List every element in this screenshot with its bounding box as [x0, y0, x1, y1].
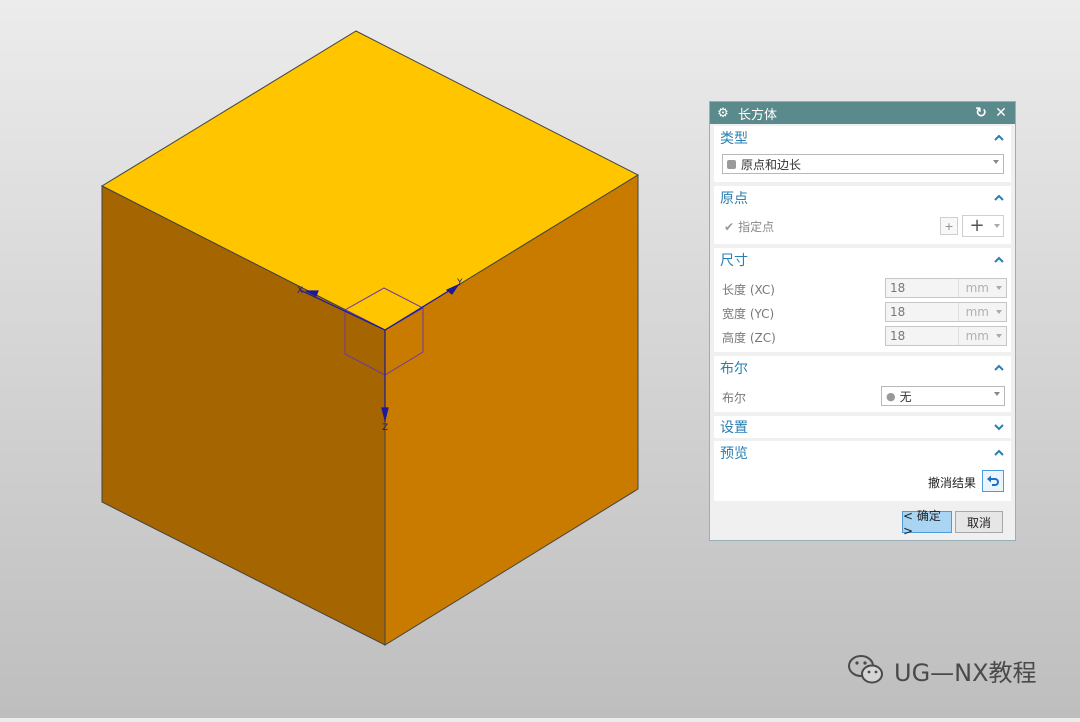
width-label: 宽度 (YC)	[722, 307, 775, 321]
undo-result-label: 撤消结果	[928, 476, 977, 490]
dimensions-section-header[interactable]: 尺寸	[714, 248, 1011, 272]
ok-button[interactable]: < 确定 >	[902, 509, 952, 538]
gear-icon[interactable]: ⚙	[716, 106, 730, 121]
boolean-select[interactable]: ● 无	[881, 386, 1005, 406]
preview-section-header[interactable]: 预览	[714, 441, 1011, 465]
y-axis-label: Y	[456, 278, 463, 288]
length-value: 18	[890, 281, 906, 295]
origin-section-header[interactable]: 原点	[714, 186, 1011, 210]
wechat-icon	[848, 655, 883, 684]
specify-point-label: 指定点	[738, 220, 775, 234]
undo-icon	[987, 475, 999, 486]
type-section: 类型 原点和边长	[714, 126, 1011, 182]
chevron-down-icon[interactable]	[996, 334, 1002, 338]
boolean-section: 布尔 布尔 ● 无	[714, 356, 1011, 412]
chevron-up-icon[interactable]	[993, 447, 1005, 459]
type-select[interactable]: 原点和边长	[722, 154, 1004, 174]
point-type-dropdown[interactable]: +	[962, 215, 1004, 237]
chevron-down-icon	[994, 392, 1000, 396]
plus-icon: +	[969, 215, 985, 236]
block-dialog: ⚙ 长方体 ↻ ✕ 类型 原点和边长 原点 ✔ 指定点 + + 尺寸 长度 (X…	[709, 101, 1016, 541]
cancel-button[interactable]: 取消	[955, 511, 1003, 533]
origin-section-label: 原点	[720, 191, 748, 207]
watermark: UG—NX教程	[846, 652, 1037, 688]
origin-section: 原点 ✔ 指定点 + +	[714, 186, 1011, 244]
chevron-down-icon[interactable]	[993, 421, 1005, 433]
boolean-select-value: 无	[899, 389, 912, 404]
type-section-label: 类型	[720, 131, 748, 147]
boolean-section-header[interactable]: 布尔	[714, 356, 1011, 380]
chevron-down-icon[interactable]	[996, 286, 1002, 290]
settings-section-label: 设置	[720, 420, 748, 436]
check-icon: ✔	[724, 219, 735, 234]
length-input[interactable]: 18 mm	[885, 278, 1007, 298]
specify-point-row[interactable]: ✔ 指定点	[724, 218, 774, 235]
type-section-header[interactable]: 类型	[714, 126, 1011, 150]
watermark-text: UG—NX教程	[894, 658, 1037, 687]
boolean-section-label: 布尔	[720, 361, 748, 377]
preview-section: 预览 撤消结果	[714, 441, 1011, 501]
dialog-titlebar[interactable]: ⚙ 长方体 ↻ ✕	[710, 102, 1015, 124]
boolean-none-icon: ●	[886, 389, 896, 403]
z-axis-label: Z	[382, 423, 388, 433]
preview-section-label: 预览	[720, 446, 748, 462]
type-icon	[727, 159, 736, 169]
settings-section: 设置	[714, 416, 1011, 438]
chevron-up-icon[interactable]	[993, 192, 1005, 204]
chevron-down-icon[interactable]	[996, 310, 1002, 314]
undo-result-button[interactable]	[982, 470, 1004, 492]
length-label: 长度 (XC)	[722, 283, 775, 297]
chevron-up-icon[interactable]	[993, 132, 1005, 144]
point-dialog-icon[interactable]: +	[940, 217, 958, 235]
dialog-title: 长方体	[738, 107, 778, 123]
reset-icon[interactable]: ↻	[973, 105, 989, 121]
length-unit: mm	[958, 279, 995, 297]
chevron-down-icon	[993, 160, 999, 164]
close-icon[interactable]: ✕	[993, 105, 1009, 121]
dimensions-section: 尺寸 长度 (XC) 18 mm 宽度 (YC) 18 mm 高度 (ZC) 1…	[714, 248, 1011, 352]
width-unit: mm	[958, 303, 995, 321]
settings-section-header[interactable]: 设置	[714, 416, 1011, 438]
height-input[interactable]: 18 mm	[885, 326, 1007, 346]
height-label: 高度 (ZC)	[722, 331, 776, 345]
chevron-down-icon	[994, 224, 1000, 228]
width-input[interactable]: 18 mm	[885, 302, 1007, 322]
x-axis-label: X	[297, 286, 303, 296]
height-unit: mm	[958, 327, 995, 345]
dimensions-section-label: 尺寸	[720, 253, 748, 269]
boolean-row-label: 布尔	[722, 391, 747, 405]
height-value: 18	[890, 329, 906, 343]
type-select-value: 原点和边长	[741, 157, 802, 172]
chevron-up-icon[interactable]	[993, 362, 1005, 374]
chevron-up-icon[interactable]	[993, 254, 1005, 266]
width-value: 18	[890, 305, 906, 319]
